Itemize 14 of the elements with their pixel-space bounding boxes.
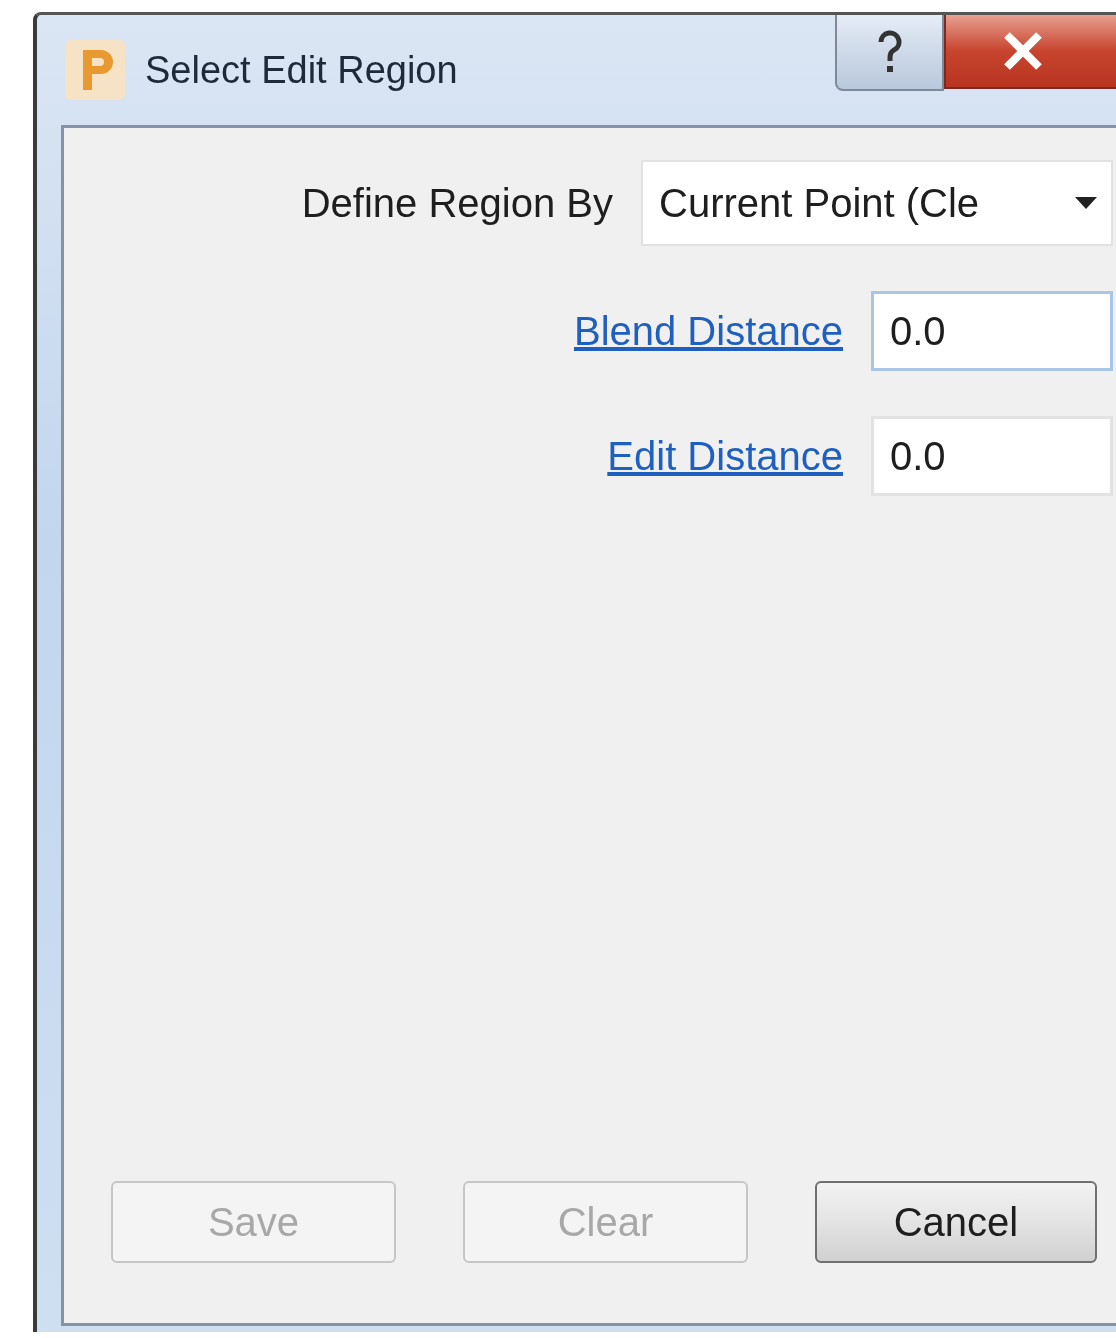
region-dropdown[interactable]: Current Point (Cle (641, 160, 1113, 246)
window-title: Select Edit Region (145, 48, 458, 92)
field-link[interactable]: Edit Distance (607, 433, 843, 479)
help-button[interactable] (835, 15, 944, 91)
app-logo-icon (65, 40, 125, 100)
dialog-button[interactable]: Cancel (815, 1181, 1097, 1263)
distance-field[interactable]: 0.0 (871, 291, 1113, 371)
close-icon (1001, 31, 1045, 71)
dropdown-caret-icon (1075, 197, 1097, 209)
close-button[interactable] (944, 15, 1116, 89)
distance-field[interactable]: 0.0 (871, 416, 1113, 496)
field-label: Define Region By (301, 180, 613, 226)
field-link[interactable]: Blend Distance (573, 308, 843, 354)
help-icon (876, 30, 903, 74)
